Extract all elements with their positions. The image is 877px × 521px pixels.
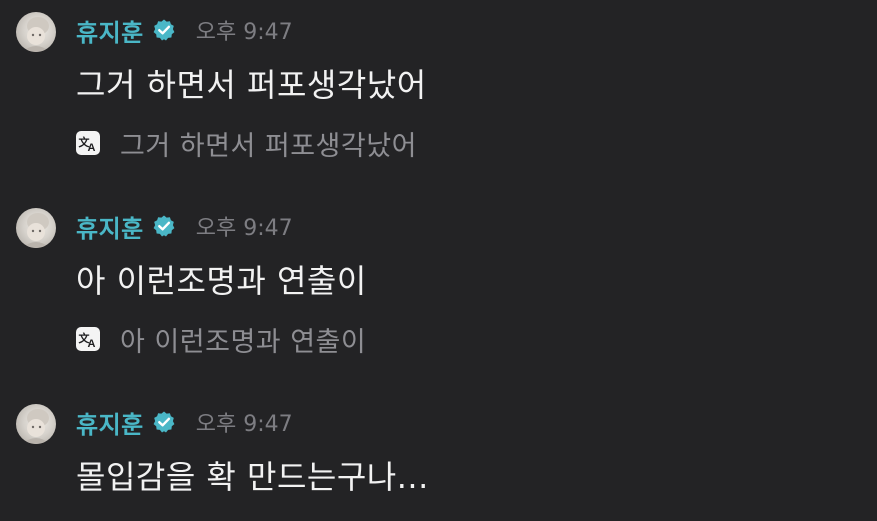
verified-check-icon bbox=[152, 410, 176, 434]
svg-text:A: A bbox=[88, 338, 96, 350]
timestamp: 오후 9:47 bbox=[195, 412, 293, 437]
message-header: 휴지훈 오후 9:47 bbox=[76, 405, 293, 440]
translate-icon[interactable]: 文 A bbox=[76, 327, 100, 351]
translated-text: 아 이런조명과 연출이 bbox=[120, 326, 367, 358]
user-avatar[interactable] bbox=[16, 404, 56, 444]
username[interactable]: 휴지훈 bbox=[76, 209, 144, 244]
verified-check-icon bbox=[152, 18, 176, 42]
timestamp: 오후 9:47 bbox=[195, 216, 293, 241]
message-header: 휴지훈 오후 9:47 bbox=[76, 13, 293, 48]
username[interactable]: 휴지훈 bbox=[76, 405, 144, 440]
message-text: 그거 하면서 퍼포생각났어 bbox=[76, 66, 427, 104]
chat-message[interactable]: 휴지훈 오후 9:47 아 이런조명과 연출이 文 A 아 이런조명과 연출이 bbox=[16, 208, 866, 368]
chat-message[interactable]: 휴지훈 오후 9:47 그거 하면서 퍼포생각났어 文 A 그거 하면서 퍼포생… bbox=[16, 12, 866, 172]
timestamp: 오후 9:47 bbox=[195, 20, 293, 45]
user-avatar[interactable] bbox=[16, 208, 56, 248]
svg-text:A: A bbox=[88, 142, 96, 154]
chat-message[interactable]: 휴지훈 오후 9:47 몰입감을 확 만드는구나... bbox=[16, 404, 866, 514]
message-header: 휴지훈 오후 9:47 bbox=[76, 209, 293, 244]
verified-check-icon bbox=[152, 214, 176, 238]
username[interactable]: 휴지훈 bbox=[76, 13, 144, 48]
translation-row: 文 A 그거 하면서 퍼포생각났어 bbox=[76, 126, 417, 162]
user-avatar[interactable] bbox=[16, 12, 56, 52]
translation-row: 文 A 아 이런조명과 연출이 bbox=[76, 322, 367, 358]
translate-icon[interactable]: 文 A bbox=[76, 131, 100, 155]
translated-text: 그거 하면서 퍼포생각났어 bbox=[120, 130, 417, 162]
message-text: 몰입감을 확 만드는구나... bbox=[76, 458, 429, 496]
message-text: 아 이런조명과 연출이 bbox=[76, 262, 367, 300]
